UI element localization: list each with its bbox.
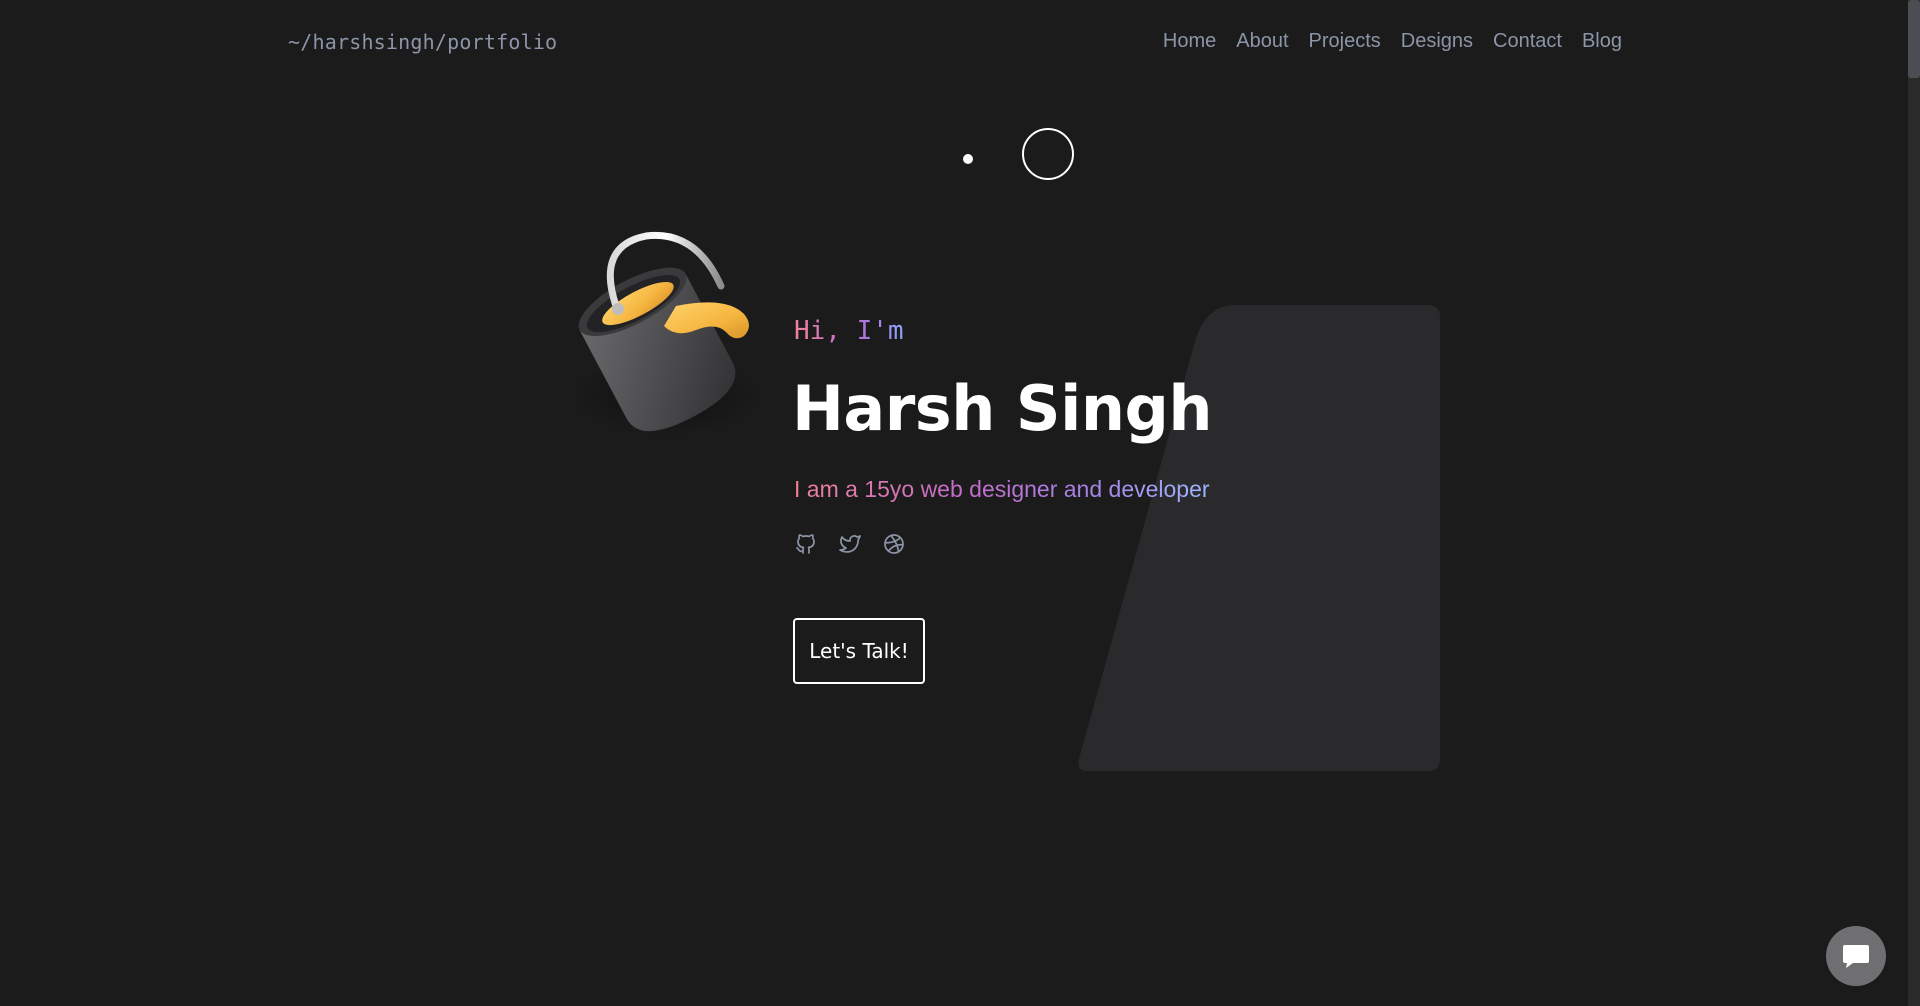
chat-widget-button[interactable] bbox=[1826, 926, 1886, 986]
dribbble-icon[interactable] bbox=[882, 532, 906, 556]
main-nav: Home About Projects Designs Contact Blog bbox=[1163, 30, 1622, 53]
page-scrollbar[interactable] bbox=[1908, 0, 1920, 1006]
nav-home[interactable]: Home bbox=[1163, 30, 1216, 53]
cursor-ring bbox=[1022, 128, 1074, 180]
social-links bbox=[794, 532, 906, 556]
nav-about[interactable]: About bbox=[1236, 30, 1288, 53]
nav-blog[interactable]: Blog bbox=[1582, 30, 1622, 53]
hero-greeting: Hi, I'm bbox=[794, 316, 904, 346]
paint-bucket-illustration bbox=[571, 231, 761, 436]
hero-name: Harsh Singh bbox=[792, 372, 1213, 445]
nav-projects[interactable]: Projects bbox=[1309, 30, 1381, 53]
nav-designs[interactable]: Designs bbox=[1401, 30, 1473, 53]
nav-contact[interactable]: Contact bbox=[1493, 30, 1562, 53]
github-icon[interactable] bbox=[794, 532, 818, 556]
cursor-dot bbox=[963, 154, 973, 164]
site-brand[interactable]: ~/harshsingh/portfolio bbox=[288, 30, 557, 54]
chat-bubble-icon bbox=[1843, 945, 1869, 968]
twitter-icon[interactable] bbox=[838, 532, 862, 556]
hero-tagline: I am a 15yo web designer and developer bbox=[794, 476, 1210, 502]
scrollbar-thumb[interactable] bbox=[1908, 0, 1920, 78]
portfolio-page: ~/harshsingh/portfolio Home About Projec… bbox=[0, 0, 1920, 1006]
lets-talk-button[interactable]: Let's Talk! bbox=[793, 618, 925, 684]
